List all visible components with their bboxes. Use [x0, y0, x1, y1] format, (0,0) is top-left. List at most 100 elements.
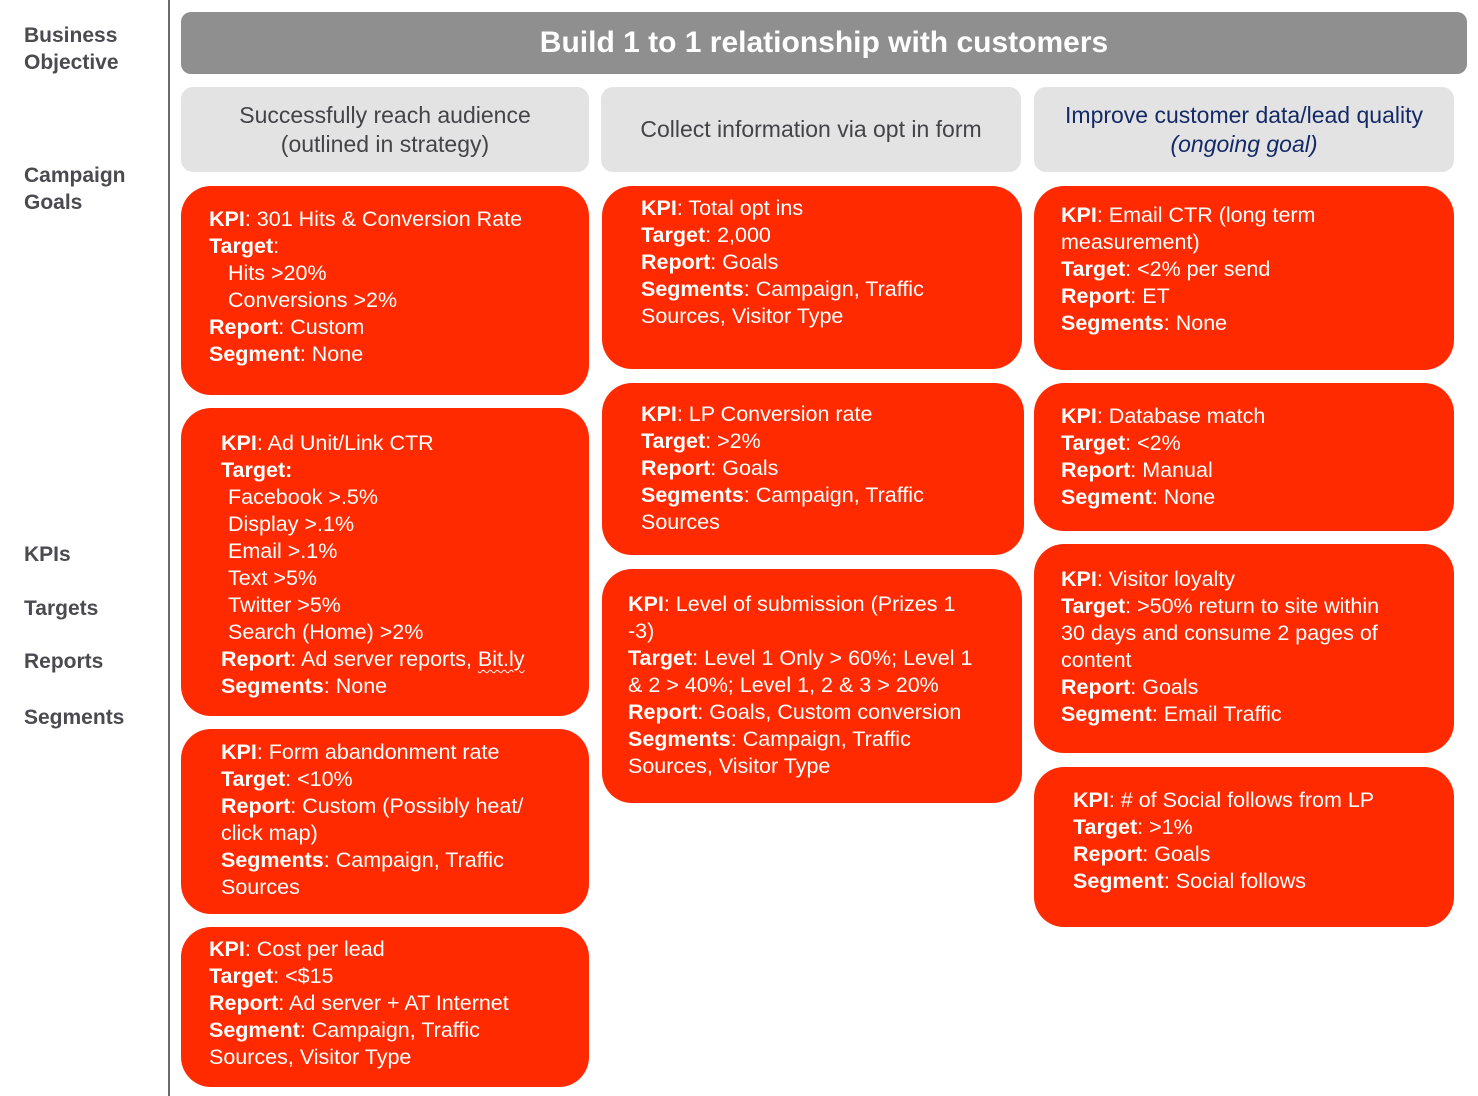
report-label: Report — [221, 647, 291, 671]
kpi-card-lp-conversion: KPI: LP Conversion rate Target: >2% Repo… — [602, 383, 1024, 555]
segment-label: Segments — [641, 483, 744, 507]
kpi-label: KPI — [628, 592, 664, 616]
kpi-line: KPI: Total opt ins — [641, 196, 804, 220]
target-value-cont: content — [1061, 648, 1132, 672]
kpi-value-cont: measurement) — [1061, 230, 1200, 254]
segment-line: Segment: None — [209, 342, 364, 366]
goal-text: Successfully reach audience — [239, 101, 531, 128]
kpi-line: KPI: Ad Unit/Link CTR — [221, 431, 434, 455]
report-line: Report: Goals — [641, 250, 779, 274]
target-item: Email >.1% — [228, 539, 338, 563]
target-label: Target — [221, 458, 286, 482]
target-label: Target — [628, 646, 693, 670]
segment-label: Segments — [641, 277, 744, 301]
target-value: <2% — [1137, 431, 1181, 455]
kpi-label: KPI — [209, 937, 245, 961]
target-label: Target — [1073, 815, 1138, 839]
kpi-label: KPI — [1061, 203, 1097, 227]
target-line: Target: >50% return to site within — [1061, 594, 1380, 618]
segment-label: Segments — [628, 727, 731, 751]
report-value: Goals — [1142, 675, 1199, 699]
segment-line: Segments: Campaign, Traffic — [221, 848, 504, 872]
segment-value: Social follows — [1175, 869, 1307, 893]
target-line: Target: <10% — [221, 767, 353, 791]
report-line: Report: Custom (Possibly heat/ — [221, 794, 524, 818]
target-label: Target — [209, 964, 274, 988]
target-value: <2% per send — [1137, 257, 1271, 281]
kpi-line: KPI: Visitor loyalty — [1061, 567, 1236, 591]
target-line: Target: >2% — [641, 429, 761, 453]
target-item: Conversions >2% — [228, 288, 398, 312]
target-label: Target — [641, 429, 706, 453]
segment-line: Segment: Email Traffic — [1061, 702, 1282, 726]
segment-value-cont: Sources, Visitor Type — [628, 754, 831, 778]
kpi-value: Total opt ins — [688, 196, 804, 220]
report-value: Goals, Custom conversion — [709, 700, 962, 724]
kpi-card-database-match: KPI: Database match Target: <2% Report: … — [1034, 383, 1454, 531]
target-value: 2,000 — [717, 223, 771, 247]
target-line: Target: <2% — [1061, 431, 1181, 455]
report-value: Ad server reports, — [301, 647, 478, 671]
kpi-value: # of Social follows from LP — [1120, 788, 1375, 812]
segment-value: Campaign, Traffic — [335, 848, 504, 872]
kpi-card-visitor-loyalty: KPI: Visitor loyalty Target: >50% return… — [1034, 544, 1454, 753]
segment-value-cont: Sources — [221, 875, 300, 899]
row-label-segments: Segments — [24, 706, 125, 729]
segment-label: Segment — [1061, 702, 1152, 726]
report-value: Custom — [290, 315, 365, 339]
target-item: Facebook >.5% — [228, 485, 378, 509]
row-label-targets: Targets — [24, 597, 99, 620]
kpi-label: KPI — [221, 431, 257, 455]
report-label: Report — [1061, 284, 1131, 308]
report-value-misspelled: Bit.ly — [477, 647, 525, 671]
goal-subtext: (outlined in strategy) — [280, 130, 490, 157]
report-line: Report: Ad server + AT Internet — [209, 991, 509, 1015]
kpi-line: KPI: Cost per lead — [209, 937, 385, 961]
segment-value: Email Traffic — [1163, 702, 1282, 726]
report-label: Report — [1073, 842, 1143, 866]
kpi-value: LP Conversion rate — [688, 402, 873, 426]
kpi-label: KPI — [641, 402, 677, 426]
target-value-cont: & 2 > 40%; Level 1, 2 & 3 > 20% — [628, 673, 939, 697]
target-label: Target — [1061, 257, 1126, 281]
target-item: Twitter >5% — [228, 593, 341, 617]
kpi-line: KPI: LP Conversion rate — [641, 402, 873, 426]
target-item: Text >5% — [228, 566, 318, 590]
segment-line: Segment: Campaign, Traffic — [209, 1018, 480, 1042]
kpi-card-level-of-submission: KPI: Level of submission (Prizes 1 -3) T… — [602, 569, 1022, 803]
target-value-cont: 30 days and consume 2 pages of — [1061, 621, 1378, 645]
report-label: Report — [209, 315, 279, 339]
target-value: Level 1 Only > 60%; Level 1 — [704, 646, 973, 670]
target-value: <$15 — [285, 964, 334, 988]
campaign-goal-2: Collect information via opt in form — [601, 87, 1021, 172]
goal-text: Collect information via opt in form — [640, 116, 982, 142]
target-label: Target — [1061, 431, 1126, 455]
kpi-value: Ad Unit/Link CTR — [267, 431, 434, 455]
report-value: Custom (Possibly heat/ — [302, 794, 524, 818]
target-value: >50% return to site within — [1137, 594, 1380, 618]
business-objective-banner: Build 1 to 1 relationship with customers — [181, 12, 1467, 74]
segment-line: Segments: Campaign, Traffic — [628, 727, 911, 751]
target-line: Target: <$15 — [209, 964, 334, 988]
segment-value: None — [1175, 311, 1228, 335]
report-value: Ad server + AT Internet — [289, 991, 509, 1015]
target-item: Display >.1% — [228, 512, 355, 536]
kpi-line: KPI: Email CTR (long term — [1061, 203, 1316, 227]
row-label-text: Business — [24, 24, 118, 47]
row-label-text: Campaign — [24, 164, 126, 187]
target-value: >2% — [717, 429, 761, 453]
goal-subtext: (ongoing goal) — [1170, 130, 1318, 157]
kpi-card-social-follows: KPI: # of Social follows from LP Target:… — [1034, 767, 1454, 927]
target-line: Target: 2,000 — [641, 223, 771, 247]
segment-label: Segments — [221, 674, 324, 698]
report-value: Goals — [1154, 842, 1211, 866]
kpi-label: KPI — [1061, 567, 1097, 591]
kpi-label: KPI — [221, 740, 257, 764]
kpi-value: Visitor loyalty — [1108, 567, 1236, 591]
row-label-kpis: KPIs — [24, 543, 71, 566]
target-line: Target: >1% — [1073, 815, 1193, 839]
kpi-card-cost-per-lead: KPI: Cost per lead Target: <$15 Report: … — [181, 927, 589, 1087]
segment-label: Segment — [1073, 869, 1164, 893]
kpi-card-301-hits: KPI: 301 Hits & Conversion Rate Target: … — [181, 186, 589, 395]
report-label: Report — [1061, 458, 1131, 482]
